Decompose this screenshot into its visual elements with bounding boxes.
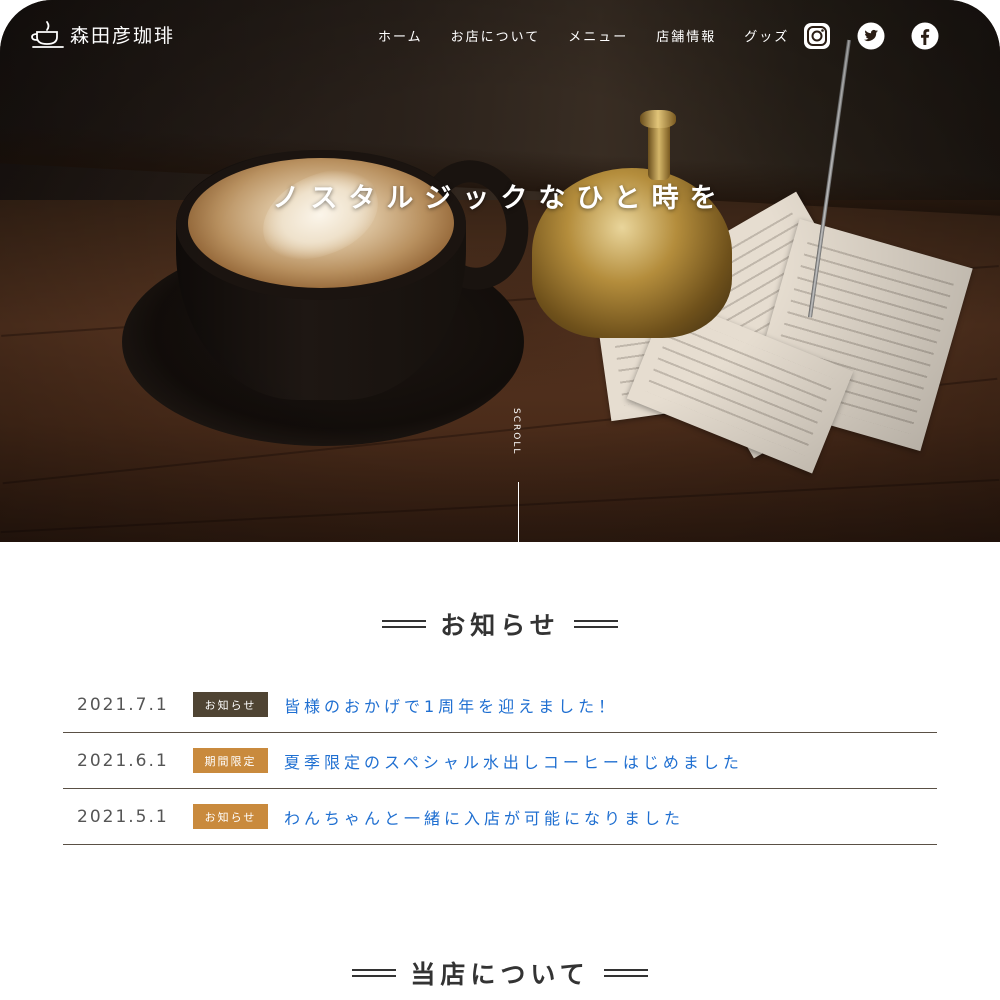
hero-vignette	[0, 0, 1000, 542]
facebook-icon[interactable]	[911, 22, 939, 50]
heading-deco-right	[573, 620, 618, 628]
coffee-cup-icon	[31, 21, 64, 48]
news-item: 2021.5.1 お知らせ わんちゃんと一緒に入店が可能になりました	[63, 789, 937, 845]
news-category-badge: 期間限定	[193, 748, 268, 773]
about-heading: 当店について	[0, 955, 1000, 991]
scroll-label[interactable]: SCROLL	[511, 408, 521, 455]
main-nav: ホーム お店について メニュー 店舗情報 グッズ	[378, 26, 817, 45]
instagram-icon[interactable]	[803, 22, 831, 50]
about-heading-text: 当店について	[410, 960, 590, 989]
hero-title: ノスタルジックなひと時を	[272, 183, 728, 214]
news-list: 2021.7.1 お知らせ 皆様のおかげで1周年を迎えました！ 2021.6.1…	[63, 677, 937, 845]
heading-deco-right	[603, 969, 648, 977]
news-heading-text: お知らせ	[440, 611, 560, 640]
nav-item-goods[interactable]: グッズ	[744, 26, 789, 45]
news-date: 2021.7.1	[77, 694, 169, 715]
scroll-indicator-line	[518, 482, 519, 542]
site-logo[interactable]: 森田彦珈琲	[30, 18, 175, 50]
news-link[interactable]: 皆様のおかげで1周年を迎えました！	[284, 693, 618, 717]
news-category-badge: お知らせ	[193, 804, 268, 829]
hero-section: 森田彦珈琲 ホーム お店について メニュー 店舗情報 グッズ ノスタルジックなひ…	[0, 0, 1000, 542]
news-category-badge: お知らせ	[193, 692, 268, 717]
news-date: 2021.6.1	[77, 750, 169, 771]
nav-item-store-info[interactable]: 店舗情報	[656, 26, 716, 45]
news-date: 2021.5.1	[77, 806, 169, 827]
news-link[interactable]: わんちゃんと一緒に入店が可能になりました	[284, 805, 684, 829]
heading-deco-left	[382, 620, 427, 628]
nav-item-menu[interactable]: メニュー	[568, 26, 628, 45]
news-heading: お知らせ	[0, 606, 1000, 642]
news-item: 2021.6.1 期間限定 夏季限定のスペシャル水出しコーヒーはじめました	[63, 733, 937, 789]
nav-item-home[interactable]: ホーム	[378, 26, 423, 45]
logo-text: 森田彦珈琲	[70, 24, 176, 47]
heading-deco-left	[352, 969, 397, 977]
news-link[interactable]: 夏季限定のスペシャル水出しコーヒーはじめました	[284, 749, 743, 773]
news-item: 2021.7.1 お知らせ 皆様のおかげで1周年を迎えました！	[63, 677, 937, 733]
twitter-icon[interactable]	[857, 22, 885, 50]
nav-item-about[interactable]: お店について	[451, 26, 541, 45]
